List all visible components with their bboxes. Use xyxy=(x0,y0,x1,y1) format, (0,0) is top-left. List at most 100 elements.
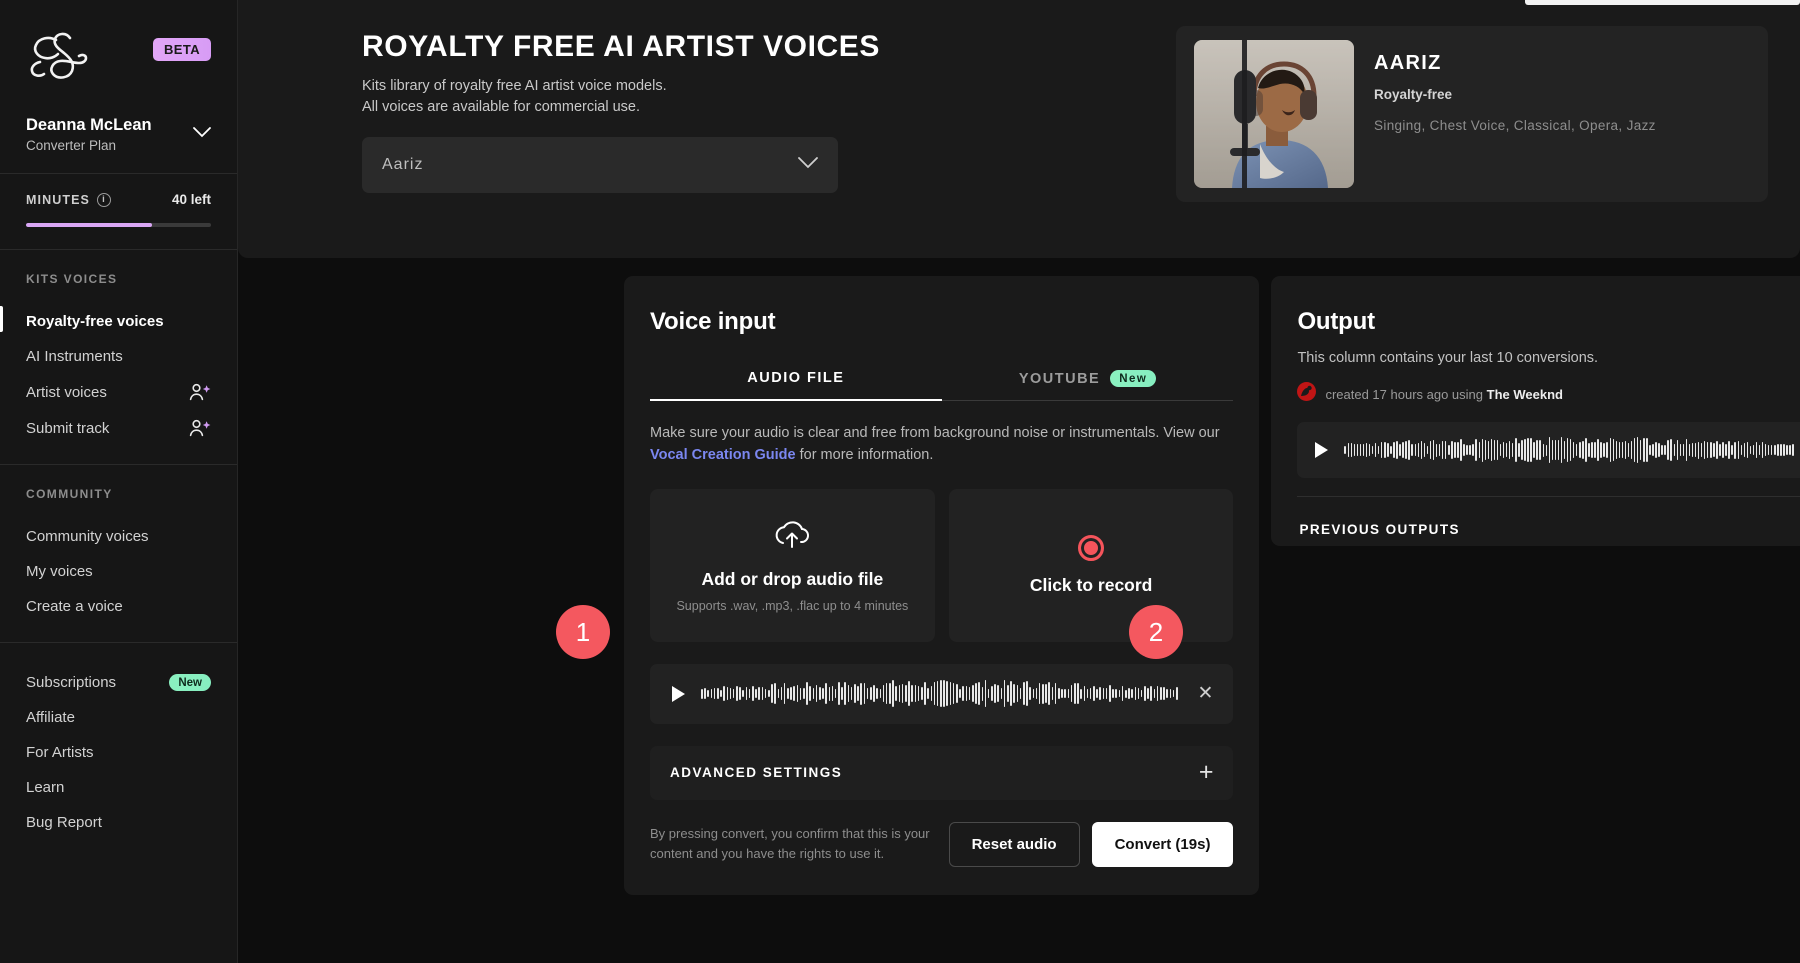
upload-dropzone[interactable]: Add or drop audio file Supports .wav, .m… xyxy=(650,488,935,642)
sidebar-item-submit-track[interactable]: Submit track xyxy=(26,410,211,446)
sidebar-group-title: KITS VOICES xyxy=(26,272,118,287)
play-icon[interactable] xyxy=(1315,442,1329,458)
output-meta: created 17 hours ago using The Weeknd xyxy=(1297,382,1800,406)
tab-audio-file[interactable]: AUDIO FILE xyxy=(650,360,942,401)
hero-subtitle: Kits library of royalty free AI artist v… xyxy=(362,76,880,117)
vocal-creation-guide-link[interactable]: Vocal Creation Guide xyxy=(650,447,796,463)
info-icon[interactable]: i xyxy=(96,192,111,207)
user-info: Deanna McLean Converter Plan xyxy=(26,114,152,153)
artist-meta: AARIZ Royalty-free Singing, Chest Voice,… xyxy=(1374,40,1656,188)
window-top-strip xyxy=(1525,0,1800,5)
minutes-progress-fill xyxy=(26,223,152,228)
sidebar-item-artist-voices[interactable]: Artist voices xyxy=(26,374,211,410)
sidebar-item-label: Community voices xyxy=(26,528,149,546)
minutes-label-text: MINUTES xyxy=(26,192,90,207)
sidebar-item-for-artists[interactable]: For Artists xyxy=(26,735,211,770)
sidebar-item-community-voices[interactable]: Community voices xyxy=(26,519,211,554)
minutes-progress-bar xyxy=(26,223,211,228)
sidebar-group-general: Subscriptions New Affiliate For Artists Lear… xyxy=(0,643,237,858)
sidebar-item-subscriptions[interactable]: Subscriptions New xyxy=(26,665,211,700)
sidebar-item-label: Affiliate xyxy=(26,709,75,727)
action-buttons: Reset audio Convert (19s) xyxy=(948,821,1234,867)
output-meta-text: created 17 hours ago using The Weeknd xyxy=(1325,387,1563,402)
sidebar-item-learn[interactable]: Learn xyxy=(26,770,211,805)
kits-ampersand-logo-icon xyxy=(26,26,90,88)
output-heading: Output xyxy=(1297,308,1375,335)
sidebar-item-my-voices[interactable]: My voices xyxy=(26,554,211,589)
weeknd-avatar-icon xyxy=(1297,382,1317,406)
plus-icon[interactable]: + xyxy=(1199,760,1214,785)
voice-input-heading: Voice input xyxy=(650,308,776,335)
voice-input-footer: By pressing convert, you confirm that th… xyxy=(650,821,1234,867)
sidebar-item-label: AI Instruments xyxy=(26,348,123,366)
hero-subtitle-line-2: All voices are available for commercial … xyxy=(362,98,641,115)
user-sparkle-icon xyxy=(189,383,211,401)
upload-subtitle: Supports .wav, .mp3, .flac up to 4 minut… xyxy=(676,598,909,613)
output-waveform[interactable] xyxy=(1344,435,1794,465)
chevron-down-icon[interactable] xyxy=(193,126,211,141)
sidebar-item-bug-report[interactable]: Bug Report xyxy=(26,805,211,840)
convert-disclaimer: By pressing convert, you confirm that th… xyxy=(650,825,930,861)
content-columns: Voice input AUDIO FILE YOUTUBE New Make … xyxy=(238,258,1800,895)
hero-section: ROYALTY FREE AI ARTIST VOICES Kits libra… xyxy=(238,0,1800,258)
voice-select-value: Aariz xyxy=(382,156,424,174)
artist-image xyxy=(1194,40,1354,188)
minutes-row: MINUTES i 40 left xyxy=(26,192,211,207)
tab-audio-file-label: AUDIO FILE xyxy=(747,370,845,386)
tab-youtube-badge: New xyxy=(1110,370,1157,387)
hero-left: ROYALTY FREE AI ARTIST VOICES Kits libra… xyxy=(362,24,880,194)
helper-text-start: Make sure your audio is clear and free f… xyxy=(650,425,1220,441)
user-menu[interactable]: Deanna McLean Converter Plan xyxy=(26,114,211,173)
artist-tags: Singing, Chest Voice, Classical, Opera, … xyxy=(1374,118,1656,133)
record-circle-icon xyxy=(1078,534,1105,561)
sidebar-item-badge: New xyxy=(169,674,211,692)
sidebar-item-label: Create a voice xyxy=(26,598,123,616)
sidebar-group-title: COMMUNITY xyxy=(26,487,113,502)
record-title: Click to record xyxy=(1029,574,1153,595)
tab-youtube[interactable]: YOUTUBE New xyxy=(941,360,1234,401)
sidebar-item-create-a-voice[interactable]: Create a voice xyxy=(26,589,211,624)
voice-input-tabs: AUDIO FILE YOUTUBE New xyxy=(650,360,1234,401)
hero-subtitle-line-1: Kits library of royalty free AI artist v… xyxy=(362,78,667,94)
user-sparkle-icon xyxy=(189,419,211,437)
input-waveform[interactable] xyxy=(701,679,1178,709)
logo-row: BETA xyxy=(26,26,211,88)
sidebar-item-label: Subscriptions xyxy=(26,674,117,692)
advanced-settings-toggle[interactable]: ADVANCED SETTINGS + xyxy=(650,745,1234,800)
sidebar-nav: KITS VOICES Royalty-free voices AI Instrum… xyxy=(0,250,237,858)
sidebar-group-kits-voices: KITS VOICES Royalty-free voices AI Instrum… xyxy=(0,250,237,464)
close-icon[interactable]: ✕ xyxy=(1194,682,1218,705)
minutes-label: MINUTES i xyxy=(26,192,111,207)
user-name: Deanna McLean xyxy=(26,116,152,134)
artist-license: Royalty-free xyxy=(1374,87,1453,102)
sidebar-group-community: COMMUNITY Community voices My voices Create… xyxy=(0,465,237,642)
play-icon[interactable] xyxy=(672,685,685,702)
sidebar-item-royalty-free-voices[interactable]: Royalty-free voices xyxy=(0,304,211,339)
voice-input-panel: Voice input AUDIO FILE YOUTUBE New Make … xyxy=(624,276,1260,895)
voice-input-helper-text: Make sure your audio is clear and free f… xyxy=(650,423,1233,467)
sidebar-item-label: For Artists xyxy=(26,744,94,762)
previous-outputs-label: PREVIOUS OUTPUTS xyxy=(1299,522,1460,537)
voice-select-dropdown[interactable]: Aariz xyxy=(362,137,838,194)
input-audio-player[interactable]: ✕ xyxy=(650,663,1234,724)
output-audio-player[interactable] xyxy=(1297,422,1800,478)
user-plan: Converter Plan xyxy=(26,138,117,154)
previous-outputs-toggle[interactable]: PREVIOUS OUTPUTS + xyxy=(1297,497,1800,542)
app-root: BETA Deanna McLean Converter Plan MINUTE… xyxy=(0,0,1800,963)
callout-badge-1: 1 xyxy=(556,605,610,659)
minutes-remaining: 40 left xyxy=(171,192,211,208)
artist-card[interactable]: AARIZ Royalty-free Singing, Chest Voice,… xyxy=(1176,26,1768,202)
helper-text-end: for more information. xyxy=(795,446,934,463)
output-subtitle: This column contains your last 10 conver… xyxy=(1297,350,1599,366)
record-box[interactable]: Click to record xyxy=(948,488,1234,642)
sidebar-header: BETA Deanna McLean Converter Plan xyxy=(0,0,237,173)
cloud-upload-icon xyxy=(772,518,812,555)
chevron-down-icon xyxy=(798,156,818,174)
sidebar-item-affiliate[interactable]: Affiliate xyxy=(26,700,211,735)
convert-button[interactable]: Convert (19s) xyxy=(1091,821,1234,867)
reset-audio-button[interactable]: Reset audio xyxy=(948,821,1080,867)
beta-badge: BETA xyxy=(152,38,211,61)
sidebar-item-label: Bug Report xyxy=(26,814,102,832)
tab-youtube-label: YOUTUBE xyxy=(1018,370,1101,387)
sidebar-item-ai-instruments[interactable]: AI Instruments xyxy=(26,339,211,374)
